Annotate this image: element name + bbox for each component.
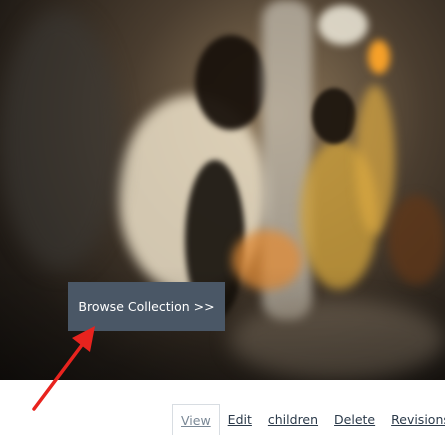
tab-view[interactable]: View: [172, 404, 220, 435]
local-tasks-tabs: View Edit children Delete Revisions: [172, 404, 445, 435]
tab-delete[interactable]: Delete: [326, 404, 383, 435]
tab-children[interactable]: children: [260, 404, 326, 435]
browse-collection-button[interactable]: Browse Collection >>: [68, 282, 225, 331]
tab-edit[interactable]: Edit: [220, 404, 260, 435]
tab-revisions[interactable]: Revisions: [383, 404, 445, 435]
